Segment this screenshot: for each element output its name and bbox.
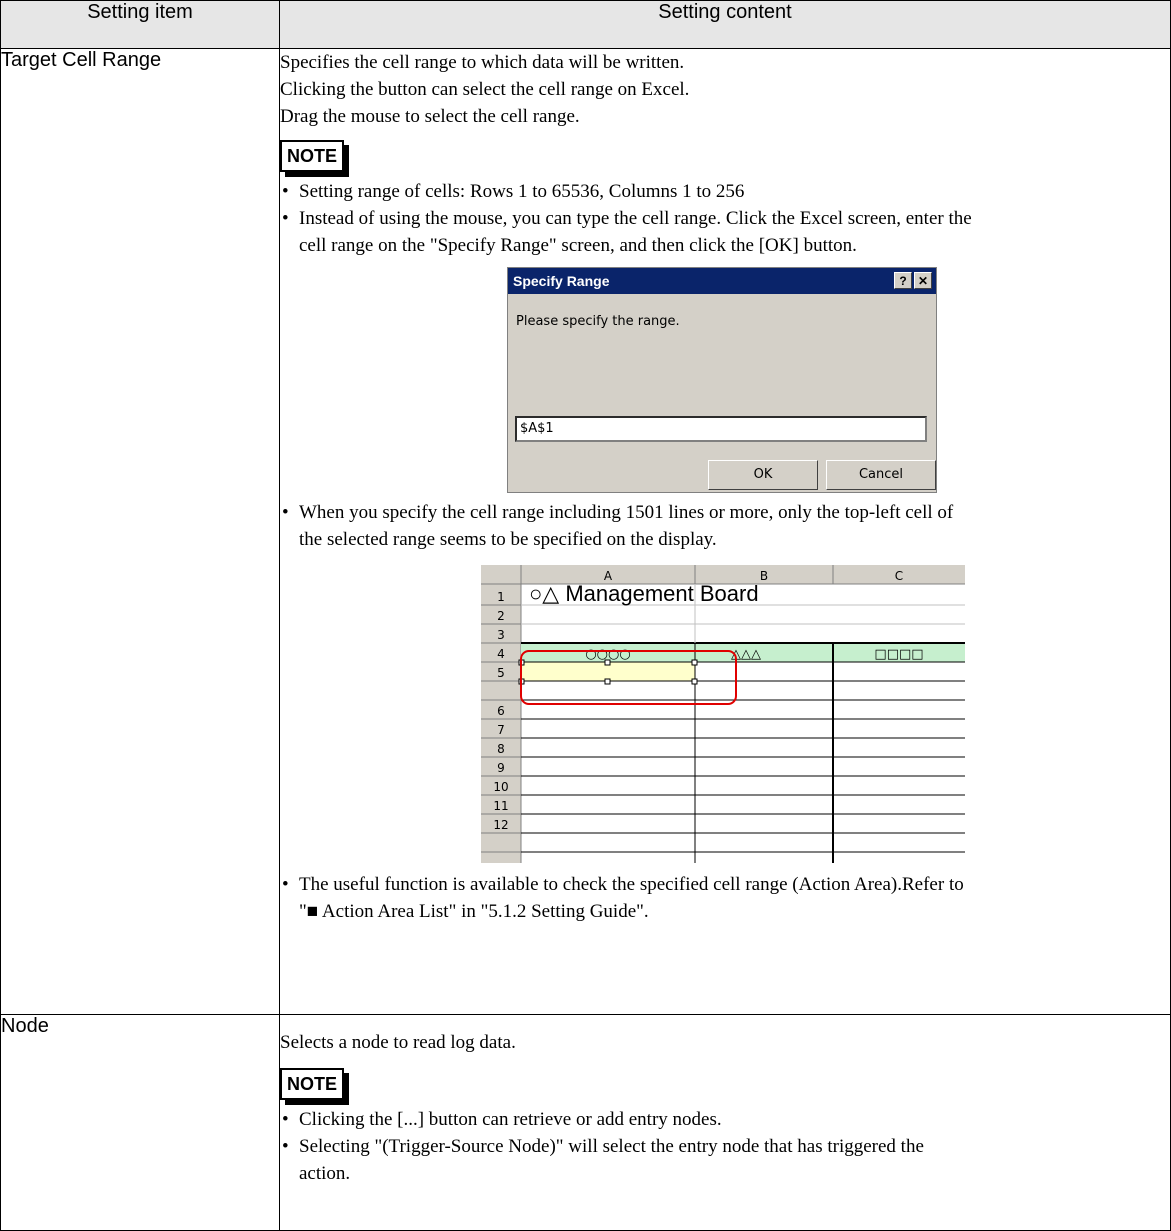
- dialog-prompt: Please specify the range.: [516, 314, 680, 329]
- row-number: 7: [497, 723, 505, 737]
- cancel-button[interactable]: Cancel: [826, 460, 936, 490]
- intro-line: Selects a node to read log data.: [280, 1032, 516, 1053]
- note-list: • The useful function is available to che…: [280, 871, 1170, 925]
- header-setting-item: Setting item: [0, 0, 280, 49]
- note-badge: NOTE: [280, 1068, 1170, 1106]
- dialog-title-bar: Specify Range ? ✕: [508, 268, 936, 294]
- row-number: 8: [497, 742, 505, 756]
- sheet-header-cell: □□□□: [874, 647, 923, 662]
- note-label: NOTE: [280, 1068, 344, 1100]
- setting-item-target-cell-range: Target Cell Range: [0, 48, 280, 1015]
- list-item: • When you specify the cell range includi…: [280, 499, 1170, 553]
- table-row: Node Selects a node to read log data. NO…: [0, 1014, 1171, 1231]
- intro-line: Drag the mouse to select the cell range.: [280, 106, 580, 127]
- list-item: • The useful function is available to che…: [280, 871, 1170, 925]
- setting-content-node: Selects a node to read log data. NOTE • C…: [279, 1014, 1171, 1231]
- note-label: NOTE: [280, 140, 344, 172]
- bullet-icon: •: [282, 874, 289, 895]
- table-row: Target Cell Range Specifies the cell ran…: [0, 48, 1171, 1015]
- bullet-icon: •: [282, 1109, 289, 1130]
- column-header: B: [760, 569, 768, 583]
- note-list: • Setting range of cells: Rows 1 to 65536…: [280, 178, 1170, 259]
- bullet-icon: •: [282, 1136, 289, 1157]
- setting-content-target-cell-range: Specifies the cell range to which data w…: [279, 48, 1171, 1015]
- row-number: 11: [493, 799, 508, 813]
- column-header: C: [895, 569, 903, 583]
- row-number: 9: [497, 761, 505, 775]
- close-icon[interactable]: ✕: [914, 272, 932, 289]
- row-number: 4: [497, 647, 505, 661]
- row-number: 2: [497, 609, 505, 623]
- list-item: • Setting range of cells: Rows 1 to 65536…: [280, 178, 1170, 205]
- note-badge: NOTE: [280, 140, 1170, 178]
- range-input[interactable]: $A$1: [515, 416, 927, 442]
- ok-button[interactable]: OK: [708, 460, 818, 490]
- specify-range-dialog: Specify Range ? ✕ Please specify the ran…: [507, 267, 937, 493]
- bullet-icon: •: [282, 502, 289, 523]
- row-number: 1: [497, 590, 505, 604]
- spreadsheet-example: A B C 1 2 3 4 5 6 7 8 9 10 11 12 ○△ Mana…: [481, 565, 965, 863]
- row-number: 3: [497, 628, 505, 642]
- table-header-row: Setting item Setting content: [0, 0, 1171, 49]
- intro-line: Clicking the button can select the cell …: [280, 79, 690, 100]
- header-setting-content: Setting content: [279, 0, 1171, 49]
- row-number: 5: [497, 666, 505, 680]
- note-list: • When you specify the cell range includi…: [280, 499, 1170, 553]
- list-item: • Selecting "(Trigger-Source Node)" will …: [280, 1133, 1170, 1187]
- help-icon[interactable]: ?: [894, 272, 912, 289]
- row-number: 12: [493, 818, 508, 832]
- list-item: • Instead of using the mouse, you can typ…: [280, 205, 1170, 259]
- list-item: • Clicking the [...] button can retrieve …: [280, 1106, 1170, 1133]
- row-number: 6: [497, 704, 505, 718]
- setting-item-node: Node: [0, 1014, 280, 1231]
- bullet-icon: •: [282, 208, 289, 229]
- row-number: 10: [493, 780, 508, 794]
- dialog-title: Specify Range: [513, 273, 610, 289]
- intro-line: Specifies the cell range to which data w…: [280, 52, 685, 73]
- bullet-icon: •: [282, 181, 289, 202]
- sheet-title: ○△ Management Board: [529, 581, 759, 606]
- note-list: • Clicking the [...] button can retrieve …: [280, 1106, 1170, 1187]
- settings-table: Setting item Setting content Target Cell…: [0, 0, 1171, 1231]
